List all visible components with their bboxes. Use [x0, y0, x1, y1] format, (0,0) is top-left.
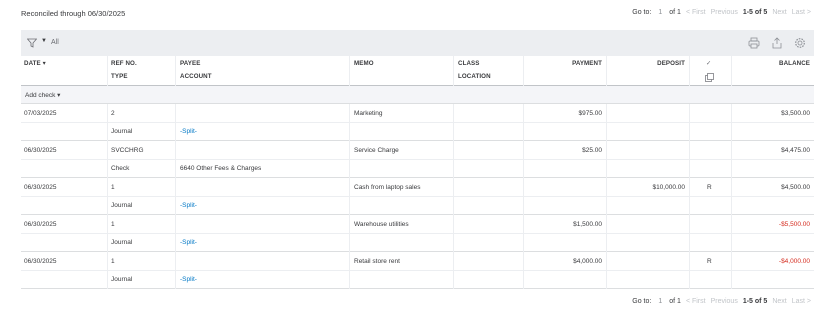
table-row[interactable]: 06/30/2025 SVCCHRG Check 6640 Other Fees… [21, 141, 814, 178]
previous-page-link[interactable]: Previous [711, 9, 738, 16]
cell-account: 6640 Other Fees & Charges [180, 165, 262, 172]
top-pager: Go to: 1 of 1 < First Previous 1-5 of 5 … [632, 9, 811, 16]
column-header-payee[interactable]: PAYEE [180, 60, 200, 67]
table-header: DATE ▾ REF NO. TYPE PAYEE ACCOUNT MEMO C… [21, 56, 814, 86]
toolbar-icons [748, 37, 806, 49]
cell-payment: $25.00 [582, 147, 602, 154]
filter-caret-icon[interactable]: ▼ [41, 38, 47, 44]
last-page-link[interactable]: Last > [792, 298, 811, 305]
next-page-link[interactable]: Next [772, 9, 786, 16]
cell-type: Journal [111, 128, 133, 135]
cell-balance: $4,475.00 [781, 147, 810, 154]
cell-account-split-link[interactable]: -Split- [180, 202, 197, 209]
table-row[interactable]: 07/03/2025 2 Journal -Split- Marketing $… [21, 104, 814, 141]
cell-refno: 1 [111, 184, 115, 191]
column-header-balance[interactable]: BALANCE [731, 60, 810, 67]
cell-deposit: $10,000.00 [652, 184, 685, 191]
column-header-memo[interactable]: MEMO [354, 60, 374, 67]
cell-balance: $3,500.00 [781, 110, 810, 117]
cell-account-split-link[interactable]: -Split- [180, 128, 197, 135]
first-page-link[interactable]: < First [686, 9, 706, 16]
page-count-text: of 1 [669, 298, 681, 305]
cell-date: 07/03/2025 [24, 110, 57, 117]
cell-memo: Service Charge [354, 147, 399, 154]
cell-balance-negative: -$5,500.00 [778, 221, 810, 228]
column-header-deposit[interactable]: DEPOSIT [606, 60, 685, 67]
cell-refno: SVCCHRG [111, 147, 144, 154]
add-check-dropdown[interactable]: Add check ▾ [25, 91, 60, 99]
cell-type: Journal [111, 276, 133, 283]
first-page-link[interactable]: < First [686, 298, 706, 305]
cell-date: 06/30/2025 [24, 147, 57, 154]
column-header-account[interactable]: ACCOUNT [180, 73, 212, 80]
table-row[interactable]: 06/30/2025 1 Journal -Split- Warehouse u… [21, 215, 814, 252]
cell-memo: Retail store rent [354, 258, 400, 265]
export-icon[interactable] [771, 37, 783, 49]
column-header-payment[interactable]: PAYMENT [523, 60, 602, 67]
cell-type: Journal [111, 202, 133, 209]
previous-page-link[interactable]: Previous [711, 298, 738, 305]
bottom-pager: Go to: 1 of 1 < First Previous 1-5 of 5 … [632, 298, 811, 305]
column-header-refno[interactable]: REF NO. [111, 60, 137, 67]
cell-payment: $975.00 [578, 110, 603, 117]
table-row[interactable]: 06/30/2025 1 Journal -Split- Retail stor… [21, 252, 814, 289]
range-text: 1-5 of 5 [742, 298, 768, 305]
register-toolbar: ▼ All [21, 30, 814, 56]
goto-page-input[interactable]: 1 [656, 298, 664, 305]
column-header-type[interactable]: TYPE [111, 73, 128, 80]
goto-page-input[interactable]: 1 [656, 9, 664, 16]
cell-date: 06/30/2025 [24, 258, 57, 265]
next-page-link[interactable]: Next [772, 298, 786, 305]
cell-account-split-link[interactable]: -Split- [180, 239, 197, 246]
cell-balance-negative: -$4,000.00 [778, 258, 810, 265]
cell-date: 06/30/2025 [24, 221, 57, 228]
table-row[interactable]: 06/30/2025 1 Journal -Split- Cash from l… [21, 178, 814, 215]
cell-memo: Warehouse utilities [354, 221, 409, 228]
range-text: 1-5 of 5 [742, 9, 768, 16]
print-icon[interactable] [748, 37, 760, 49]
copy-icon[interactable] [705, 73, 714, 82]
cell-account-split-link[interactable]: -Split- [180, 276, 197, 283]
column-header-reconcile-status[interactable]: ✓ [706, 60, 711, 67]
top-bar: Reconciled through 06/30/2025 Go to: 1 o… [21, 9, 811, 21]
column-header-class[interactable]: CLASS [458, 60, 479, 67]
cell-reconcile-status[interactable]: R [707, 258, 712, 265]
cell-refno: 2 [111, 110, 115, 117]
column-header-date[interactable]: DATE ▾ [24, 60, 46, 67]
cell-memo: Cash from laptop sales [354, 184, 421, 191]
cell-memo: Marketing [354, 110, 383, 117]
reconciled-through-text: Reconciled through 06/30/2025 [21, 9, 126, 18]
cell-date: 06/30/2025 [24, 184, 57, 191]
filter-icon[interactable] [27, 38, 37, 48]
filter-all-label[interactable]: All [51, 39, 59, 46]
cell-refno: 1 [111, 221, 115, 228]
add-check-row[interactable]: Add check ▾ [21, 86, 814, 104]
cell-type: Check [111, 165, 130, 172]
page-count-text: of 1 [669, 9, 681, 16]
cell-payment: $4,000.00 [573, 258, 602, 265]
last-page-link[interactable]: Last > [792, 9, 811, 16]
register-table: DATE ▾ REF NO. TYPE PAYEE ACCOUNT MEMO C… [21, 56, 814, 289]
cell-refno: 1 [111, 258, 115, 265]
goto-label: Go to: [632, 9, 652, 16]
column-header-location[interactable]: LOCATION [458, 73, 491, 80]
cell-type: Journal [111, 239, 133, 246]
cell-balance: $4,500.00 [781, 184, 810, 191]
settings-gear-icon[interactable] [794, 37, 806, 49]
goto-label: Go to: [632, 298, 652, 305]
cell-reconcile-status[interactable]: R [707, 184, 712, 191]
cell-payment: $1,500.00 [573, 221, 602, 228]
